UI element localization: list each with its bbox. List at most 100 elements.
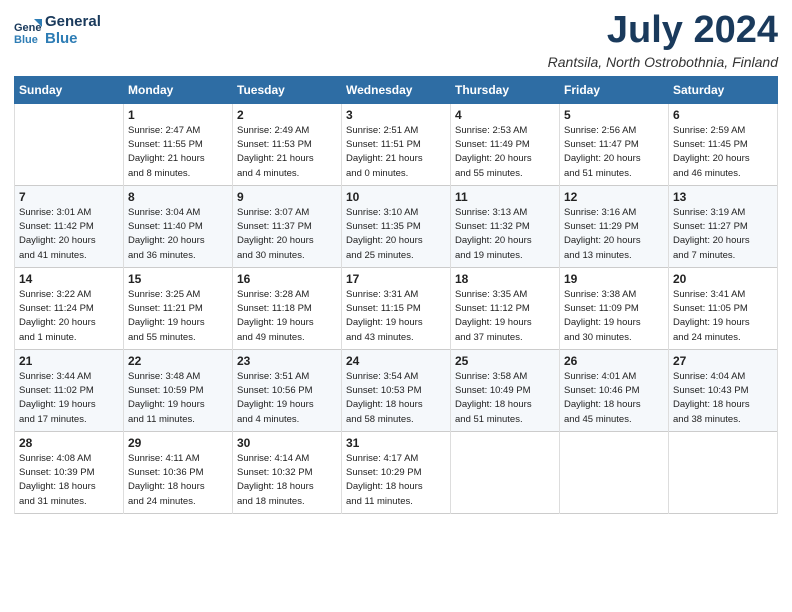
sunset-text: Sunset: 11:37 PM [237, 220, 337, 234]
sunrise-text: Sunrise: 4:01 AM [564, 370, 664, 384]
sunset-text: Sunset: 11:32 PM [455, 220, 555, 234]
daylight-text: and 7 minutes. [673, 249, 773, 263]
daylight-text: Daylight: 18 hours [237, 480, 337, 494]
daylight-text: Daylight: 19 hours [564, 316, 664, 330]
day-info: Sunrise: 2:51 AMSunset: 11:51 PMDaylight… [346, 124, 446, 181]
daylight-text: and 49 minutes. [237, 331, 337, 345]
daylight-text: Daylight: 18 hours [673, 398, 773, 412]
col-saturday: Saturday [669, 76, 778, 103]
sunrise-text: Sunrise: 3:19 AM [673, 206, 773, 220]
daylight-text: Daylight: 20 hours [19, 316, 119, 330]
sunset-text: Sunset: 11:12 PM [455, 302, 555, 316]
daylight-text: Daylight: 19 hours [237, 398, 337, 412]
calendar-cell: 12 Sunrise: 3:16 AMSunset: 11:29 PMDaylig… [560, 185, 669, 267]
header-row: Sunday Monday Tuesday Wednesday Thursday… [15, 76, 778, 103]
calendar-week-4: 21Sunrise: 3:44 AMSunset: 11:02 PMDaylig… [15, 349, 778, 431]
day-info: Sunrise: 3:31 AMSunset: 11:15 PMDaylight… [346, 288, 446, 345]
daylight-text: Daylight: 19 hours [237, 316, 337, 330]
daylight-text: and 36 minutes. [128, 249, 228, 263]
day-number: 29 [128, 436, 228, 450]
sunrise-text: Sunrise: 3:51 AM [237, 370, 337, 384]
sunset-text: Sunset: 11:21 PM [128, 302, 228, 316]
daylight-text: Daylight: 18 hours [455, 398, 555, 412]
daylight-text: and 19 minutes. [455, 249, 555, 263]
daylight-text: and 0 minutes. [346, 167, 446, 181]
logo: General Blue General Blue [14, 14, 101, 47]
calendar-cell: 21Sunrise: 3:44 AMSunset: 11:02 PMDaylig… [15, 349, 124, 431]
daylight-text: and 37 minutes. [455, 331, 555, 345]
day-info: Sunrise: 4:08 AMSunset: 10:39 PMDaylight… [19, 452, 119, 509]
sunset-text: Sunset: 10:53 PM [346, 384, 446, 398]
calendar-cell: 29Sunrise: 4:11 AMSunset: 10:36 PMDaylig… [124, 431, 233, 513]
sunrise-text: Sunrise: 2:59 AM [673, 124, 773, 138]
day-number: 20 [673, 272, 773, 286]
daylight-text: Daylight: 21 hours [346, 152, 446, 166]
calendar-cell: 23Sunrise: 3:51 AMSunset: 10:56 PMDaylig… [233, 349, 342, 431]
day-number: 17 [346, 272, 446, 286]
day-number: 1 [128, 108, 228, 122]
daylight-text: Daylight: 20 hours [564, 152, 664, 166]
sunset-text: Sunset: 11:15 PM [346, 302, 446, 316]
sunset-text: Sunset: 11:35 PM [346, 220, 446, 234]
calendar-cell: 20Sunrise: 3:41 AMSunset: 11:05 PMDaylig… [669, 267, 778, 349]
daylight-text: and 30 minutes. [564, 331, 664, 345]
day-info: Sunrise: 3:07 AMSunset: 11:37 PMDaylight… [237, 206, 337, 263]
daylight-text: and 1 minute. [19, 331, 119, 345]
daylight-text: Daylight: 18 hours [19, 480, 119, 494]
daylight-text: and 4 minutes. [237, 413, 337, 427]
day-info: Sunrise: 3:44 AMSunset: 11:02 PMDaylight… [19, 370, 119, 427]
logo-line1: General [45, 14, 101, 31]
daylight-text: Daylight: 19 hours [455, 316, 555, 330]
calendar-cell: 7Sunrise: 3:01 AMSunset: 11:42 PMDayligh… [15, 185, 124, 267]
sunrise-text: Sunrise: 3:31 AM [346, 288, 446, 302]
logo-line2: Blue [45, 31, 101, 48]
sunrise-text: Sunrise: 3:07 AM [237, 206, 337, 220]
daylight-text: Daylight: 20 hours [237, 234, 337, 248]
day-info: Sunrise: 3:19 AMSunset: 11:27 PMDaylight… [673, 206, 773, 263]
day-info: Sunrise: 3:48 AMSunset: 10:59 PMDaylight… [128, 370, 228, 427]
day-number: 12 [564, 190, 664, 204]
calendar-cell: 2Sunrise: 2:49 AMSunset: 11:53 PMDayligh… [233, 103, 342, 185]
daylight-text: and 8 minutes. [128, 167, 228, 181]
calendar-cell: 22Sunrise: 3:48 AMSunset: 10:59 PMDaylig… [124, 349, 233, 431]
daylight-text: Daylight: 19 hours [19, 398, 119, 412]
calendar-cell: 30Sunrise: 4:14 AMSunset: 10:32 PMDaylig… [233, 431, 342, 513]
calendar-cell [669, 431, 778, 513]
daylight-text: and 11 minutes. [346, 495, 446, 509]
daylight-text: Daylight: 19 hours [346, 316, 446, 330]
calendar-cell [15, 103, 124, 185]
calendar-cell: 16 Sunrise: 3:28 AMSunset: 11:18 PMDaylig… [233, 267, 342, 349]
calendar-cell: 3Sunrise: 2:51 AMSunset: 11:51 PMDayligh… [342, 103, 451, 185]
sunrise-text: Sunrise: 3:10 AM [346, 206, 446, 220]
sunset-text: Sunset: 11:42 PM [19, 220, 119, 234]
day-number: 4 [455, 108, 555, 122]
day-info: Sunrise: 3:16 AMSunset: 11:29 PMDaylight… [564, 206, 664, 263]
sunrise-text: Sunrise: 3:58 AM [455, 370, 555, 384]
day-info: Sunrise: 4:14 AMSunset: 10:32 PMDaylight… [237, 452, 337, 509]
day-number: 23 [237, 354, 337, 368]
sunset-text: Sunset: 10:43 PM [673, 384, 773, 398]
daylight-text: and 38 minutes. [673, 413, 773, 427]
daylight-text: Daylight: 18 hours [346, 480, 446, 494]
sunset-text: Sunset: 10:39 PM [19, 466, 119, 480]
day-info: Sunrise: 3:35 AMSunset: 11:12 PMDaylight… [455, 288, 555, 345]
calendar-cell: 4Sunrise: 2:53 AMSunset: 11:49 PMDayligh… [451, 103, 560, 185]
day-info: Sunrise: 3:28 AMSunset: 11:18 PMDaylight… [237, 288, 337, 345]
daylight-text: and 51 minutes. [564, 167, 664, 181]
calendar-cell: 17 Sunrise: 3:31 AMSunset: 11:15 PMDaylig… [342, 267, 451, 349]
daylight-text: Daylight: 21 hours [237, 152, 337, 166]
sunrise-text: Sunrise: 3:54 AM [346, 370, 446, 384]
sunset-text: Sunset: 11:55 PM [128, 138, 228, 152]
calendar-cell: 9Sunrise: 3:07 AMSunset: 11:37 PMDayligh… [233, 185, 342, 267]
daylight-text: and 55 minutes. [455, 167, 555, 181]
sunrise-text: Sunrise: 3:38 AM [564, 288, 664, 302]
daylight-text: Daylight: 20 hours [128, 234, 228, 248]
sunset-text: Sunset: 10:29 PM [346, 466, 446, 480]
daylight-text: Daylight: 21 hours [128, 152, 228, 166]
sunset-text: Sunset: 11:18 PM [237, 302, 337, 316]
day-number: 16 [237, 272, 337, 286]
sunset-text: Sunset: 11:24 PM [19, 302, 119, 316]
sunrise-text: Sunrise: 2:51 AM [346, 124, 446, 138]
calendar-week-1: 1Sunrise: 2:47 AMSunset: 11:55 PMDayligh… [15, 103, 778, 185]
sunset-text: Sunset: 11:49 PM [455, 138, 555, 152]
